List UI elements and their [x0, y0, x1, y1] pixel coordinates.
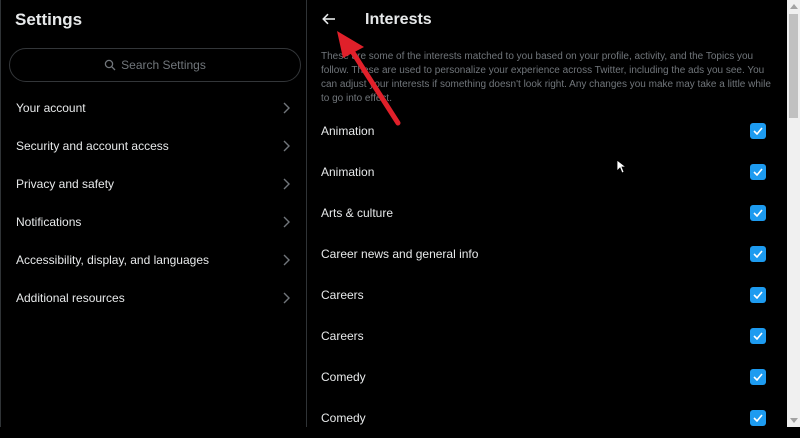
- interest-row[interactable]: Animation: [307, 151, 787, 192]
- menu-item-label: Privacy and safety: [16, 177, 115, 191]
- interest-label: Careers: [321, 328, 364, 343]
- interest-label: Career news and general info: [321, 246, 479, 261]
- interest-checkbox[interactable]: [750, 368, 766, 385]
- checkmark-icon: [753, 126, 763, 135]
- menu-item-additional-resources[interactable]: Additional resources: [1, 279, 306, 317]
- back-button[interactable]: [318, 10, 340, 32]
- interests-description: These are some of the interests matched …: [321, 51, 771, 104]
- interest-checkbox[interactable]: [750, 286, 766, 303]
- menu-item-accessibility[interactable]: Accessibility, display, and languages: [1, 241, 306, 279]
- chevron-right-icon: [282, 254, 291, 266]
- arrow-left-icon: [322, 12, 336, 30]
- interest-checkbox[interactable]: [750, 122, 766, 139]
- settings-title: Settings: [15, 10, 83, 29]
- chevron-right-icon: [282, 140, 291, 152]
- interest-label: Comedy: [321, 369, 366, 384]
- menu-item-label: Security and account access: [16, 139, 169, 153]
- chevron-right-icon: [282, 216, 291, 228]
- checkmark-icon: [753, 413, 763, 422]
- chevron-right-icon: [282, 292, 291, 304]
- checkmark-icon: [753, 290, 763, 299]
- menu-item-security[interactable]: Security and account access: [1, 127, 306, 165]
- interest-label: Animation: [321, 123, 375, 138]
- search-placeholder: Search Settings: [121, 58, 206, 72]
- settings-menu: Your account Security and account access…: [1, 89, 306, 317]
- interest-label: Careers: [321, 287, 364, 302]
- interest-checkbox[interactable]: [750, 409, 766, 426]
- chevron-right-icon: [282, 102, 291, 114]
- menu-item-label: Additional resources: [16, 291, 125, 305]
- checkmark-icon: [753, 167, 763, 176]
- interest-row[interactable]: Careers: [307, 315, 787, 356]
- page-scrollbar[interactable]: [787, 0, 800, 427]
- checkmark-icon: [753, 372, 763, 381]
- scroll-down-icon[interactable]: [790, 418, 798, 423]
- menu-item-privacy[interactable]: Privacy and safety: [1, 165, 306, 203]
- menu-item-notifications[interactable]: Notifications: [1, 203, 306, 241]
- menu-item-your-account[interactable]: Your account: [1, 89, 306, 127]
- interest-row[interactable]: Arts & culture: [307, 192, 787, 233]
- interest-label: Arts & culture: [321, 205, 394, 220]
- mouse-cursor-icon: [616, 159, 626, 174]
- interest-checkbox[interactable]: [750, 245, 766, 262]
- interest-list: Animation Animation Arts & culture Caree…: [307, 110, 787, 438]
- chevron-right-icon: [282, 178, 291, 190]
- search-icon: [104, 59, 116, 71]
- interest-checkbox[interactable]: [750, 163, 766, 180]
- checkmark-icon: [753, 208, 763, 217]
- interest-row[interactable]: Careers: [307, 274, 787, 315]
- menu-item-label: Accessibility, display, and languages: [16, 253, 209, 267]
- interest-label: Comedy: [321, 410, 366, 425]
- scroll-thumb[interactable]: [789, 14, 798, 118]
- interest-row[interactable]: Comedy: [307, 356, 787, 397]
- interest-row[interactable]: Animation: [307, 110, 787, 151]
- settings-panel: Settings Search Settings Your account Se…: [0, 0, 307, 427]
- checkmark-icon: [753, 331, 763, 340]
- interest-row[interactable]: Career news and general info: [307, 233, 787, 274]
- interest-label: Animation: [321, 164, 375, 179]
- checkmark-icon: [753, 249, 763, 258]
- menu-item-label: Your account: [16, 101, 86, 115]
- page-title: Interests: [365, 11, 432, 28]
- scroll-up-icon[interactable]: [790, 4, 798, 9]
- search-settings-input[interactable]: Search Settings: [9, 48, 301, 82]
- interest-checkbox[interactable]: [750, 204, 766, 221]
- interest-checkbox[interactable]: [750, 327, 766, 344]
- interest-row[interactable]: Comedy: [307, 397, 787, 438]
- menu-item-label: Notifications: [16, 215, 82, 229]
